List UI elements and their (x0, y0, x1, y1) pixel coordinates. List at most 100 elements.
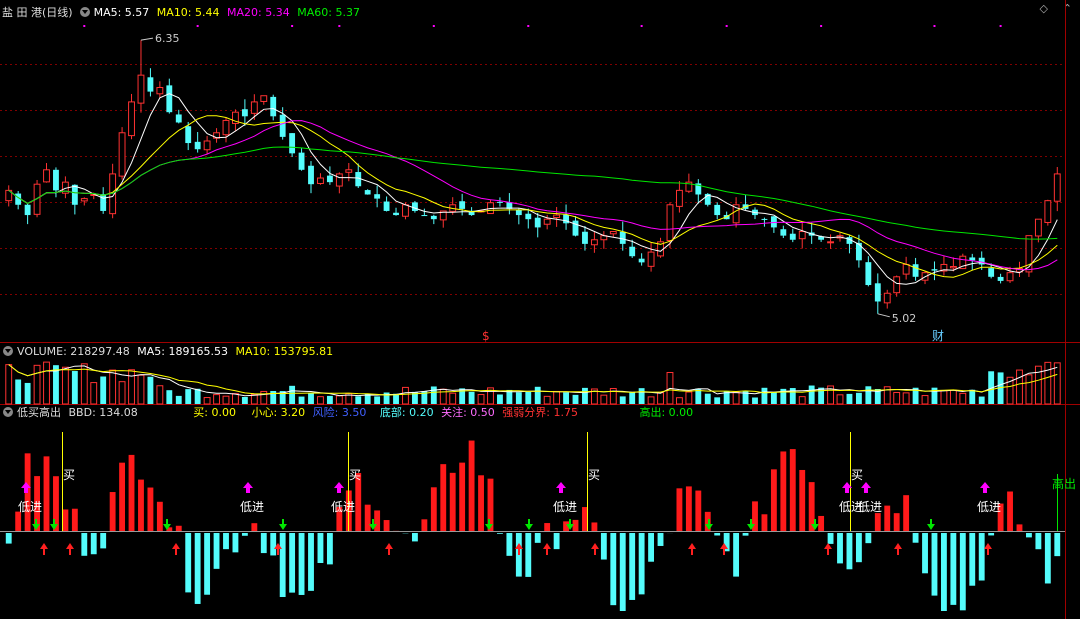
candle-down (147, 77, 154, 92)
candle-down (855, 242, 862, 261)
volume-bar-down (770, 392, 777, 404)
red-up-arrow-icon (984, 543, 992, 549)
stock-chart[interactable]: 6.355.02$ 财买买买买低进 低进 低进 低进 低进低进 低进高出 (0, 0, 1080, 619)
indicator-bar-negative (411, 533, 418, 542)
indicator-bar-negative (326, 533, 333, 565)
indicator-bar-positive (71, 508, 78, 531)
candle-down (374, 194, 381, 199)
green-arrow-stem (372, 519, 374, 524)
buy-signal-text: 买 (588, 468, 600, 482)
event-dot (83, 25, 86, 27)
indicator-bar-positive (761, 514, 768, 531)
volume-bar-down (468, 391, 475, 404)
indicator-bar-positive (43, 456, 50, 531)
candle-down (931, 269, 938, 271)
candle-up (666, 204, 674, 242)
candle-up (893, 276, 901, 294)
low-buy-arrow-stem (983, 488, 987, 493)
volume-bar-down (629, 391, 636, 404)
candle-up (402, 204, 409, 217)
red-arrow-stem (723, 549, 725, 555)
indicator-bar-negative (100, 533, 107, 549)
candle-down (411, 202, 418, 211)
candle-up (250, 101, 258, 114)
indicator-bar-negative (525, 533, 532, 577)
candle-down (582, 231, 588, 244)
indicator-bar-negative (629, 533, 636, 600)
candle-down (997, 276, 1004, 281)
candle-up (590, 239, 598, 246)
volume-bar-down (374, 396, 381, 404)
volume-bar-up (232, 393, 239, 405)
red-up-arrow-icon (688, 543, 696, 549)
green-down-arrow-icon (525, 524, 533, 530)
volume-bar-up (893, 391, 901, 405)
indicator-bar-negative (223, 533, 229, 550)
red-arrow-stem (43, 549, 45, 555)
candle-down (865, 262, 872, 286)
indicator-bar-negative (90, 533, 97, 555)
volume-bar-up (600, 394, 608, 405)
indicator-bar-positive (128, 454, 135, 531)
low-buy-arrow-icon (861, 482, 871, 488)
volume-bar-up (222, 395, 230, 405)
candle-up (1034, 218, 1042, 237)
volume-bar-up (137, 374, 145, 405)
indicator-bar-negative (855, 533, 862, 563)
candle-down (619, 231, 626, 244)
volume-bar-down (175, 395, 182, 404)
volume-bar-up (657, 392, 664, 405)
indicator-bar-negative (837, 533, 843, 564)
indicator-bar-positive (695, 490, 702, 531)
low-buy-arrow-stem (864, 488, 868, 493)
red-arrow-stem (987, 549, 989, 555)
indicator-bar-negative (270, 533, 277, 556)
indicator-bar-negative (988, 533, 995, 536)
indicator-bar-negative (912, 533, 919, 543)
candle-up (1006, 272, 1014, 282)
indicator-bar-positive (147, 487, 154, 531)
volume-bar-down (563, 392, 569, 404)
volume-bar-down (289, 385, 296, 404)
candle-down (874, 283, 881, 302)
candle-down (383, 201, 390, 211)
red-arrow-stem (897, 549, 899, 555)
low-buy-arrow-stem (246, 488, 250, 493)
indicator-bar-positive (808, 482, 815, 531)
indicator-bar-positive (685, 486, 692, 531)
volume-bar-up (33, 364, 41, 405)
candle-down (24, 204, 31, 216)
low-buy-arrow-icon (556, 482, 566, 488)
candle-up (798, 231, 806, 240)
green-arrow-stem (708, 519, 710, 524)
indicator-bar-negative (506, 533, 513, 556)
indicator-bar-positive (676, 488, 683, 531)
volume-bar-up (477, 394, 485, 405)
indicator-bar-negative (497, 533, 503, 534)
red-arrow-stem (277, 549, 279, 555)
indicator-bar-positive (874, 513, 881, 531)
buy-signal-text: 买 (63, 468, 75, 482)
candle-up (1053, 173, 1061, 202)
volume-bar-up (921, 395, 929, 405)
volume-bar-up (553, 390, 561, 405)
indicator-bar-positive (818, 515, 825, 531)
candle-up (203, 140, 211, 151)
indicator-bar-positive (893, 513, 900, 531)
event-dot (640, 25, 643, 27)
indicator-bar-negative (950, 533, 957, 605)
green-arrow-stem (814, 519, 816, 524)
candle-up (543, 218, 551, 225)
indicator-bar-negative (213, 533, 220, 569)
indicator-bar-negative (931, 533, 938, 596)
candle-up (156, 86, 164, 95)
volume-bar-up (43, 361, 50, 405)
candle-down (459, 201, 466, 209)
indicator-bar-positive (544, 523, 551, 531)
volume-bar-up (203, 397, 211, 405)
volume-bar-down (534, 386, 541, 404)
indicator-bar-positive (62, 509, 69, 531)
volume-bar-up (959, 392, 967, 405)
candle-down (761, 218, 768, 220)
indicator-bar-negative (846, 533, 853, 570)
